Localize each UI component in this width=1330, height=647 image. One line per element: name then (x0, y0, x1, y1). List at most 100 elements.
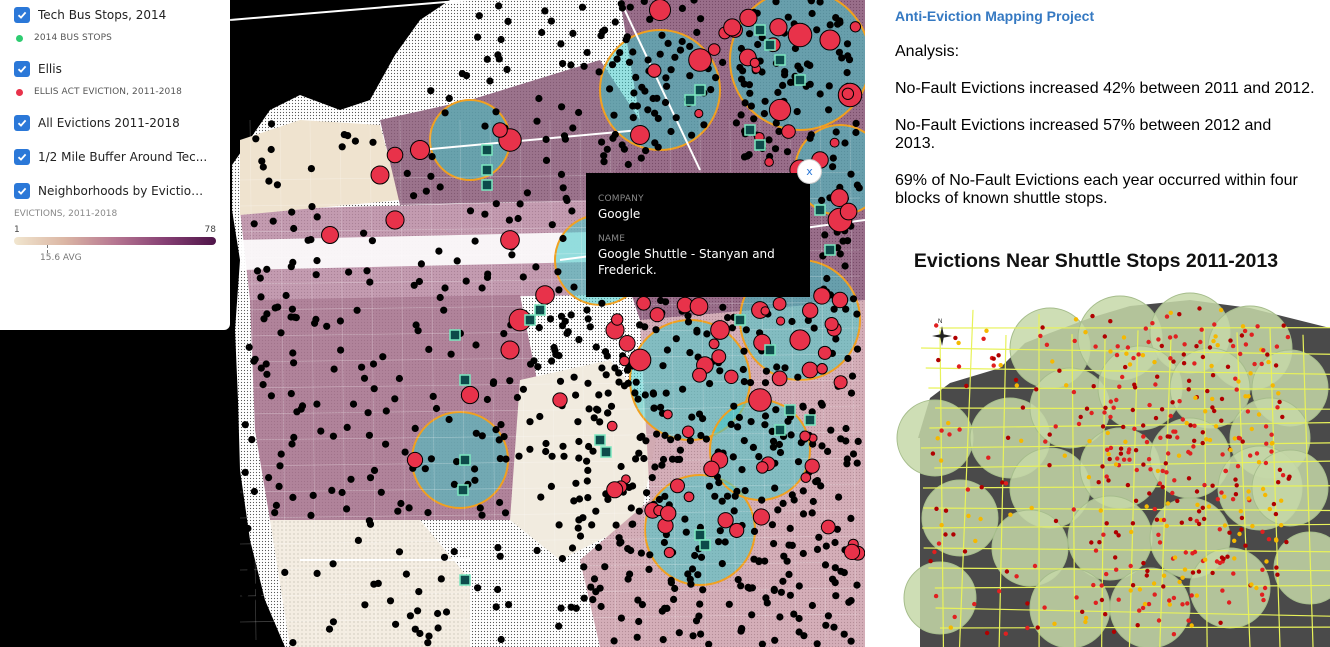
tech-bus-stops-checkbox[interactable] (14, 7, 30, 23)
eviction-point (715, 538, 723, 546)
figure-eviction-dot (1014, 574, 1019, 579)
eviction-point (707, 86, 715, 94)
eviction-point (779, 577, 787, 585)
eviction-point (288, 305, 296, 313)
eviction-point (478, 284, 486, 292)
eviction-point (829, 575, 837, 583)
eviction-point (526, 445, 534, 453)
eviction-point (575, 454, 583, 462)
eviction-point (466, 207, 475, 215)
figure-eviction-dot (1101, 532, 1106, 537)
eviction-point (471, 476, 479, 484)
figure-eviction-dot (1214, 559, 1220, 564)
bus-stop-marker (481, 144, 493, 156)
layer-row-ellis[interactable]: Ellis (14, 59, 216, 79)
figure-eviction-dot (1249, 332, 1254, 337)
eviction-point (676, 46, 685, 54)
figure-eviction-dot (1179, 520, 1184, 525)
eviction-point (813, 545, 822, 554)
figure-eviction-dot (1209, 363, 1214, 369)
bus-stop-swatch (16, 34, 23, 42)
figure-eviction-dot (981, 336, 986, 341)
ramp-max: 78 (204, 225, 216, 235)
all-evictions-checkbox[interactable] (14, 115, 30, 131)
figure-eviction-dot (1259, 361, 1264, 367)
eviction-point (275, 482, 283, 490)
eviction-point (265, 474, 273, 482)
ellis-point (764, 157, 774, 167)
eviction-point (727, 420, 735, 428)
figure-eviction-dot (1177, 579, 1182, 585)
layer-row-buffer[interactable]: 1/2 Mile Buffer Around Tec... (14, 147, 216, 167)
ellis-point (500, 340, 520, 360)
figure-eviction-dot (984, 630, 990, 636)
eviction-point (750, 527, 759, 536)
eviction-point (496, 552, 504, 560)
eviction-point (313, 400, 321, 408)
neighborhoods-checkbox[interactable] (14, 183, 30, 199)
layer-label: Tech Bus Stops, 2014 (38, 8, 167, 22)
ellis-point (409, 139, 431, 161)
buffer-checkbox[interactable] (14, 149, 30, 165)
layer-row-tech-bus-stops[interactable]: Tech Bus Stops, 2014 (14, 5, 216, 25)
eviction-point (638, 432, 646, 440)
figure-eviction-dot (1194, 593, 1199, 598)
ellis-checkbox[interactable] (14, 61, 30, 77)
figure-eviction-dot (1170, 400, 1175, 405)
eviction-point (706, 380, 714, 388)
figure-eviction-dot (1003, 631, 1008, 636)
eviction-point (607, 402, 616, 410)
figure-eviction-dot (1159, 343, 1164, 349)
figure-eviction-dot (1246, 496, 1251, 501)
figure-eviction-dot (1190, 570, 1196, 575)
eviction-point (656, 50, 664, 58)
eviction-point (618, 4, 627, 12)
eviction-point (790, 610, 798, 618)
ellis-point (370, 165, 390, 185)
figure-eviction-dot (1111, 405, 1116, 410)
bus-stop-marker (694, 529, 706, 541)
eviction-point (325, 625, 334, 633)
eviction-point (445, 94, 453, 102)
figure-eviction-dot (1171, 595, 1177, 601)
popup-close-button[interactable]: x (797, 159, 822, 184)
figure-eviction-dot (1141, 462, 1146, 467)
ellis-point (787, 22, 813, 48)
eviction-point (344, 132, 352, 140)
eviction-point (742, 326, 750, 334)
popup-company-value: Google (598, 207, 641, 221)
eviction-point (629, 114, 637, 122)
eviction-point (475, 12, 483, 20)
eviction-point (744, 583, 752, 592)
eviction-point (668, 455, 677, 463)
eviction-point (253, 267, 262, 275)
ellis-point (824, 316, 839, 332)
figure-eviction-dot (1029, 505, 1034, 511)
eviction-point (411, 625, 419, 633)
eviction-point (825, 82, 833, 90)
eviction-point (836, 250, 844, 258)
eviction-point (840, 569, 848, 577)
eviction-point (570, 283, 578, 291)
eviction-point (462, 277, 470, 285)
figure-eviction-dot (1108, 414, 1113, 420)
eviction-point (584, 494, 592, 502)
figure-eviction-dot (1215, 497, 1220, 502)
layer-row-all-evictions[interactable]: All Evictions 2011-2018 (14, 113, 216, 133)
eviction-point (829, 154, 837, 162)
figure-eviction-dot (1255, 324, 1260, 329)
eviction-point (692, 617, 701, 625)
eviction-point (329, 432, 337, 440)
eviction-point (601, 563, 609, 571)
project-link[interactable]: Anti-Eviction Mapping Project (895, 8, 1330, 24)
eviction-point (244, 524, 252, 533)
ellis-point (660, 505, 677, 522)
figure-eviction-dot (1237, 531, 1242, 537)
figure-eviction-dot (1276, 480, 1281, 485)
eviction-point (849, 450, 858, 458)
layer-row-neighborhoods[interactable]: Neighborhoods by Eviction ... (14, 181, 216, 201)
figure-eviction-dot (1210, 396, 1215, 402)
eviction-point (761, 412, 770, 420)
ellis-point (492, 122, 508, 138)
figure-eviction-dot (1154, 517, 1160, 522)
